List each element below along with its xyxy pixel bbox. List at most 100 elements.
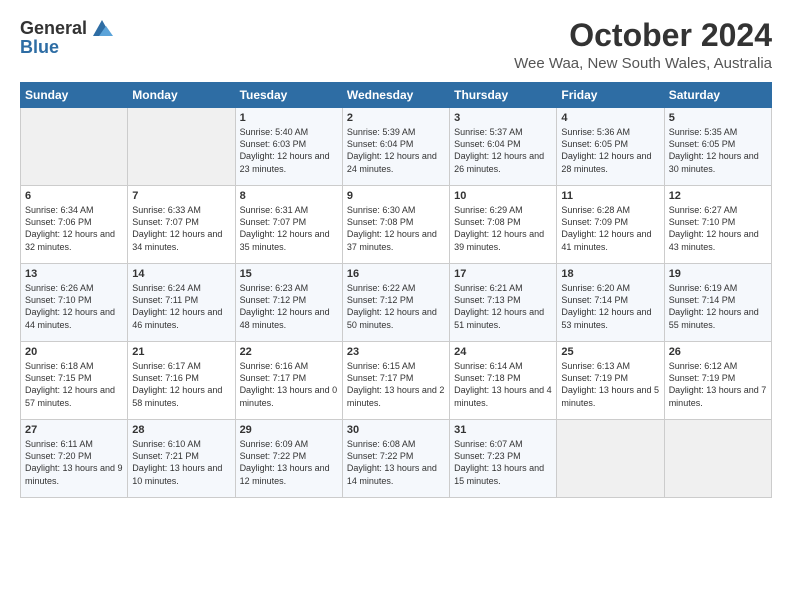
calendar-header-row: SundayMondayTuesdayWednesdayThursdayFrid… — [21, 83, 772, 108]
calendar-week-row: 1Sunrise: 5:40 AMSunset: 6:03 PMDaylight… — [21, 108, 772, 186]
cell-details: Sunrise: 6:11 AMSunset: 7:20 PMDaylight:… — [25, 438, 123, 487]
day-number: 26 — [669, 346, 767, 358]
day-number: 24 — [454, 346, 552, 358]
day-number: 12 — [669, 190, 767, 202]
location-subtitle: Wee Waa, New South Wales, Australia — [514, 55, 772, 72]
calendar-header-thursday: Thursday — [450, 83, 557, 108]
cell-details: Sunrise: 6:12 AMSunset: 7:19 PMDaylight:… — [669, 360, 767, 409]
day-number: 7 — [132, 190, 230, 202]
cell-details: Sunrise: 6:18 AMSunset: 7:15 PMDaylight:… — [25, 360, 123, 409]
cell-details: Sunrise: 5:39 AMSunset: 6:04 PMDaylight:… — [347, 126, 445, 175]
day-number: 22 — [240, 346, 338, 358]
cell-details: Sunrise: 6:19 AMSunset: 7:14 PMDaylight:… — [669, 282, 767, 331]
calendar-cell: 5Sunrise: 5:35 AMSunset: 6:05 PMDaylight… — [664, 108, 771, 186]
calendar-cell: 14 Sunrise: 6:24 AMSunset: 7:11 PMDayligh… — [128, 264, 235, 342]
calendar-cell: 7 Sunrise: 6:33 AMSunset: 7:07 PMDaylight… — [128, 186, 235, 264]
cell-details: Sunrise: 6:21 AMSunset: 7:13 PMDaylight:… — [454, 282, 552, 331]
calendar-cell: 25Sunrise: 6:13 AMSunset: 7:19 PMDayligh… — [557, 342, 664, 420]
calendar-cell: 8 Sunrise: 6:31 AMSunset: 7:07 PMDaylight… — [235, 186, 342, 264]
cell-details: Sunrise: 6:34 AMSunset: 7:06 PMDaylight:… — [25, 204, 123, 253]
logo-general-text: General — [20, 18, 87, 39]
calendar-cell: 22 Sunrise: 6:16 AMSunset: 7:17 PMDayligh… — [235, 342, 342, 420]
calendar-cell: 17Sunrise: 6:21 AMSunset: 7:13 PMDayligh… — [450, 264, 557, 342]
cell-details: Sunrise: 6:14 AMSunset: 7:18 PMDaylight:… — [454, 360, 552, 409]
day-number: 21 — [132, 346, 230, 358]
calendar-cell: 21 Sunrise: 6:17 AMSunset: 7:16 PMDayligh… — [128, 342, 235, 420]
logo: General Blue — [20, 18, 113, 58]
day-number: 27 — [25, 424, 123, 436]
calendar-cell: 31Sunrise: 6:07 AMSunset: 7:23 PMDayligh… — [450, 420, 557, 498]
cell-details: Sunrise: 6:09 AMSunset: 7:22 PMDaylight:… — [240, 438, 338, 487]
cell-details: Sunrise: 6:33 AMSunset: 7:07 PMDaylight:… — [132, 204, 230, 253]
cell-details: Sunrise: 6:26 AMSunset: 7:10 PMDaylight:… — [25, 282, 123, 331]
calendar-cell: 30 Sunrise: 6:08 AMSunset: 7:22 PMDayligh… — [342, 420, 449, 498]
cell-details: Sunrise: 5:36 AMSunset: 6:05 PMDaylight:… — [561, 126, 659, 175]
month-title: October 2024 — [514, 18, 772, 53]
day-number: 11 — [561, 190, 659, 202]
cell-details: Sunrise: 6:31 AMSunset: 7:07 PMDaylight:… — [240, 204, 338, 253]
calendar-cell: 24 Sunrise: 6:14 AMSunset: 7:18 PMDayligh… — [450, 342, 557, 420]
calendar-cell: 4 Sunrise: 5:36 AMSunset: 6:05 PMDaylight… — [557, 108, 664, 186]
cell-details: Sunrise: 6:29 AMSunset: 7:08 PMDaylight:… — [454, 204, 552, 253]
calendar-cell — [557, 420, 664, 498]
calendar-cell: 16 Sunrise: 6:22 AMSunset: 7:12 PMDayligh… — [342, 264, 449, 342]
cell-details: Sunrise: 6:16 AMSunset: 7:17 PMDaylight:… — [240, 360, 338, 409]
calendar-cell: 3 Sunrise: 5:37 AMSunset: 6:04 PMDaylight… — [450, 108, 557, 186]
calendar-cell: 20Sunrise: 6:18 AMSunset: 7:15 PMDayligh… — [21, 342, 128, 420]
calendar-cell: 27 Sunrise: 6:11 AMSunset: 7:20 PMDayligh… — [21, 420, 128, 498]
page-header: General Blue October 2024 Wee Waa, New S… — [20, 18, 772, 72]
calendar-cell: 12 Sunrise: 6:27 AMSunset: 7:10 PMDayligh… — [664, 186, 771, 264]
day-number: 13 — [25, 268, 123, 280]
cell-details: Sunrise: 6:22 AMSunset: 7:12 PMDaylight:… — [347, 282, 445, 331]
day-number: 10 — [454, 190, 552, 202]
cell-details: Sunrise: 6:28 AMSunset: 7:09 PMDaylight:… — [561, 204, 659, 253]
cell-details: Sunrise: 5:35 AMSunset: 6:05 PMDaylight:… — [669, 126, 767, 175]
calendar-cell: 23 Sunrise: 6:15 AMSunset: 7:17 PMDayligh… — [342, 342, 449, 420]
calendar-cell: 29 Sunrise: 6:09 AMSunset: 7:22 PMDayligh… — [235, 420, 342, 498]
day-number: 6 — [25, 190, 123, 202]
calendar-cell: 1Sunrise: 5:40 AMSunset: 6:03 PMDaylight… — [235, 108, 342, 186]
calendar-cell — [21, 108, 128, 186]
calendar-week-row: 6 Sunrise: 6:34 AMSunset: 7:06 PMDaylight… — [21, 186, 772, 264]
calendar-header-wednesday: Wednesday — [342, 83, 449, 108]
calendar-week-row: 13 Sunrise: 6:26 AMSunset: 7:10 PMDayligh… — [21, 264, 772, 342]
day-number: 14 — [132, 268, 230, 280]
day-number: 23 — [347, 346, 445, 358]
day-number: 16 — [347, 268, 445, 280]
calendar-cell: 28 Sunrise: 6:10 AMSunset: 7:21 PMDayligh… — [128, 420, 235, 498]
cell-details: Sunrise: 6:23 AMSunset: 7:12 PMDaylight:… — [240, 282, 338, 331]
day-number: 19 — [669, 268, 767, 280]
calendar-cell: 19 Sunrise: 6:19 AMSunset: 7:14 PMDayligh… — [664, 264, 771, 342]
day-number: 8 — [240, 190, 338, 202]
day-number: 31 — [454, 424, 552, 436]
day-number: 15 — [240, 268, 338, 280]
day-number: 30 — [347, 424, 445, 436]
calendar-table: SundayMondayTuesdayWednesdayThursdayFrid… — [20, 82, 772, 498]
calendar-header-sunday: Sunday — [21, 83, 128, 108]
calendar-cell — [664, 420, 771, 498]
cell-details: Sunrise: 6:10 AMSunset: 7:21 PMDaylight:… — [132, 438, 230, 487]
calendar-week-row: 20Sunrise: 6:18 AMSunset: 7:15 PMDayligh… — [21, 342, 772, 420]
calendar-cell — [128, 108, 235, 186]
cell-details: Sunrise: 6:27 AMSunset: 7:10 PMDaylight:… — [669, 204, 767, 253]
day-number: 4 — [561, 112, 659, 124]
logo-blue-text: Blue — [20, 37, 59, 58]
calendar-page: General Blue October 2024 Wee Waa, New S… — [0, 0, 792, 612]
cell-details: Sunrise: 5:37 AMSunset: 6:04 PMDaylight:… — [454, 126, 552, 175]
cell-details: Sunrise: 6:15 AMSunset: 7:17 PMDaylight:… — [347, 360, 445, 409]
cell-details: Sunrise: 6:08 AMSunset: 7:22 PMDaylight:… — [347, 438, 445, 487]
calendar-cell: 15 Sunrise: 6:23 AMSunset: 7:12 PMDayligh… — [235, 264, 342, 342]
day-number: 29 — [240, 424, 338, 436]
calendar-header-saturday: Saturday — [664, 83, 771, 108]
cell-details: Sunrise: 6:30 AMSunset: 7:08 PMDaylight:… — [347, 204, 445, 253]
calendar-week-row: 27 Sunrise: 6:11 AMSunset: 7:20 PMDayligh… — [21, 420, 772, 498]
day-number: 18 — [561, 268, 659, 280]
cell-details: Sunrise: 6:13 AMSunset: 7:19 PMDaylight:… — [561, 360, 659, 409]
title-block: October 2024 Wee Waa, New South Wales, A… — [514, 18, 772, 72]
day-number: 3 — [454, 112, 552, 124]
calendar-cell: 9Sunrise: 6:30 AMSunset: 7:08 PMDaylight… — [342, 186, 449, 264]
calendar-cell: 10 Sunrise: 6:29 AMSunset: 7:08 PMDayligh… — [450, 186, 557, 264]
day-number: 28 — [132, 424, 230, 436]
cell-details: Sunrise: 6:17 AMSunset: 7:16 PMDaylight:… — [132, 360, 230, 409]
cell-details: Sunrise: 6:24 AMSunset: 7:11 PMDaylight:… — [132, 282, 230, 331]
